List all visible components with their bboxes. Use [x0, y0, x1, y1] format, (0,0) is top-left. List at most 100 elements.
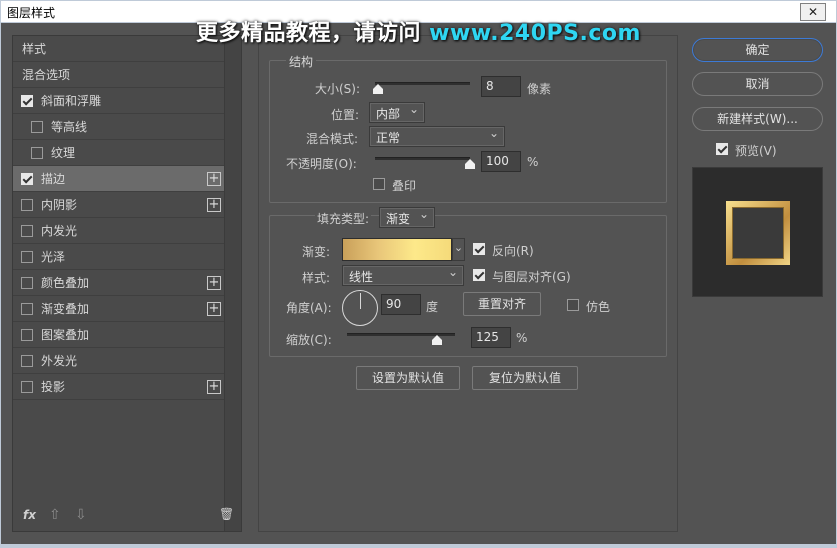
style-item-checkbox[interactable] [21, 198, 33, 211]
style-item[interactable]: 纹理 [13, 140, 225, 166]
align-with-layer-checkbox[interactable] [473, 269, 485, 281]
angle-input[interactable]: 90 [381, 294, 421, 315]
reset-default-button[interactable]: 复位为默认值 [472, 366, 578, 390]
opacity-slider-thumb[interactable] [465, 159, 475, 169]
opacity-unit: % [527, 155, 539, 169]
cancel-button[interactable]: 取消 [692, 72, 823, 96]
style-item-label: 颜色叠加 [41, 276, 90, 290]
size-input[interactable]: 8 [481, 76, 521, 97]
style-item-checkbox[interactable] [21, 94, 33, 107]
fx-icon[interactable]: fx [23, 508, 36, 522]
preview-frame-inner [733, 208, 783, 258]
preview-checkbox[interactable] [716, 143, 728, 155]
add-icon[interactable]: + [207, 276, 221, 290]
move-up-icon[interactable]: ⇧ [49, 507, 61, 523]
size-slider[interactable] [375, 82, 470, 85]
size-label: 大小(S): [315, 82, 361, 96]
blend-mode-select[interactable]: 正常 [369, 126, 505, 147]
style-item-label: 描边 [41, 172, 66, 186]
style-item-label: 外发光 [41, 354, 78, 368]
style-select[interactable]: 线性 [342, 265, 464, 286]
add-icon[interactable]: + [207, 198, 221, 212]
style-item[interactable]: 光泽 [13, 244, 225, 270]
dither-label: 仿色 [586, 300, 611, 314]
overprint-checkbox[interactable] [373, 178, 385, 190]
opacity-slider[interactable] [375, 157, 470, 160]
watermark-text: 更多精品教程，请访问 [196, 21, 430, 46]
blend-options-item[interactable]: 混合选项 [13, 62, 225, 88]
size-unit: 像素 [527, 82, 552, 96]
window-title: 图层样式 [7, 6, 56, 20]
blend-mode-value: 正常 [376, 131, 401, 145]
reverse-checkbox[interactable] [473, 243, 485, 255]
style-item-checkbox[interactable] [21, 354, 33, 367]
style-item-checkbox[interactable] [21, 250, 33, 263]
style-item-label: 图案叠加 [41, 328, 90, 342]
trash-icon[interactable]: 🗑 [219, 507, 234, 521]
align-with-layer-label: 与图层对齐(G) [492, 270, 571, 284]
style-list-scrollbar[interactable] [224, 36, 241, 531]
gradient-dropdown-icon[interactable]: ⌄ [452, 238, 465, 261]
add-icon[interactable]: + [207, 302, 221, 316]
blend-mode-label: 混合模式: [306, 132, 359, 146]
move-down-icon[interactable]: ⇩ [75, 507, 87, 523]
style-item-checkbox[interactable] [21, 380, 33, 393]
watermark: 更多精品教程，请访问 www.240PS.com [196, 15, 641, 47]
style-preview [692, 167, 823, 297]
style-item-checkbox[interactable] [31, 146, 43, 159]
position-label: 位置: [331, 108, 360, 122]
style-list-footer: fx ⇧ ⇩ 🗑 [13, 503, 234, 531]
fill-type-select[interactable]: 渐变 [379, 207, 435, 228]
style-item[interactable]: 内阴影 + [13, 192, 225, 218]
scale-label: 缩放(C): [286, 333, 332, 347]
position-value: 内部 [376, 107, 401, 121]
style-item-label: 光泽 [41, 250, 66, 264]
style-item-checkbox[interactable] [21, 328, 33, 341]
style-item[interactable]: 内发光 [13, 218, 225, 244]
style-item-label: 内阴影 [41, 198, 78, 212]
settings-panel: 结构 大小(S): 8 像素 位置: 内部 混合模式: 正常 不透明度(O): … [258, 35, 678, 532]
angle-dial[interactable] [342, 290, 378, 326]
style-item-checkbox[interactable] [21, 276, 33, 289]
style-item[interactable]: 投影 + [13, 374, 225, 400]
style-item-label: 等高线 [51, 120, 88, 134]
ok-button[interactable]: 确定 [692, 38, 823, 62]
reset-alignment-button[interactable]: 重置对齐 [463, 292, 541, 316]
size-slider-thumb[interactable] [372, 84, 383, 94]
style-item[interactable]: 描边 + [13, 166, 225, 192]
style-label: 样式: [302, 271, 331, 285]
overprint-label: 叠印 [392, 179, 417, 193]
style-item[interactable]: 等高线 [13, 114, 225, 140]
position-select[interactable]: 内部 [369, 102, 425, 123]
style-item-checkbox[interactable] [31, 120, 43, 133]
new-style-button[interactable]: 新建样式(W)... [692, 107, 823, 131]
style-list-header[interactable]: 样式 [13, 36, 225, 62]
structure-title: 结构 [286, 53, 317, 70]
add-icon[interactable]: + [207, 380, 221, 394]
dither-checkbox[interactable] [567, 299, 579, 311]
style-item[interactable]: 外发光 [13, 348, 225, 374]
style-item-checkbox[interactable] [21, 224, 33, 237]
scale-unit: % [516, 331, 528, 345]
fill-type-value: 渐变 [386, 212, 411, 226]
close-icon[interactable]: ✕ [800, 3, 826, 21]
style-list: 样式 混合选项 斜面和浮雕等高线纹理描边 + 内阴影 + 内发光光泽颜色叠加 + 渐变叠加 +… [12, 35, 242, 532]
scale-input[interactable]: 125 [471, 327, 511, 348]
style-item-label: 渐变叠加 [41, 302, 90, 316]
angle-unit: 度 [426, 300, 439, 314]
style-item[interactable]: 斜面和浮雕 [13, 88, 225, 114]
opacity-label: 不透明度(O): [286, 157, 357, 171]
style-item-checkbox[interactable] [21, 172, 33, 185]
scale-slider-thumb[interactable] [431, 335, 442, 345]
gradient-swatch[interactable] [342, 238, 452, 261]
preview-frame [726, 201, 790, 265]
style-item-label: 内发光 [41, 224, 78, 238]
style-item[interactable]: 渐变叠加 + [13, 296, 225, 322]
opacity-input[interactable]: 100 [481, 151, 521, 172]
set-default-button[interactable]: 设置为默认值 [356, 366, 460, 390]
add-icon[interactable]: + [207, 172, 221, 186]
preview-label: 预览(V) [735, 144, 777, 158]
style-item[interactable]: 图案叠加 [13, 322, 225, 348]
style-item[interactable]: 颜色叠加 + [13, 270, 225, 296]
style-item-checkbox[interactable] [21, 302, 33, 315]
